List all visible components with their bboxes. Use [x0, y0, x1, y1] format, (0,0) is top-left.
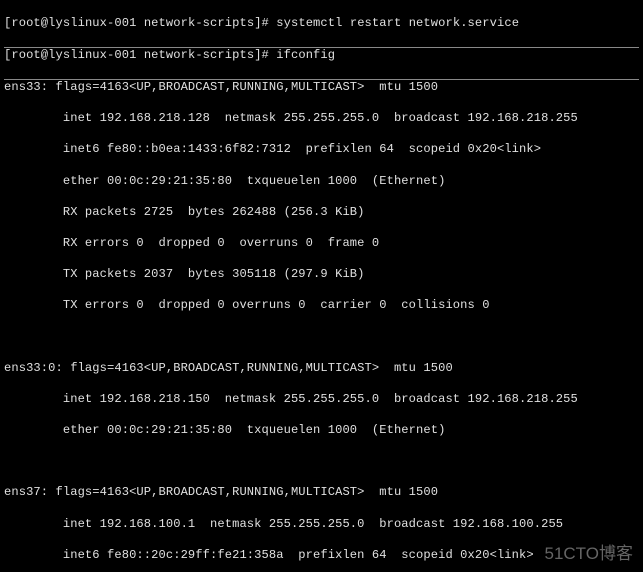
iface-detail: inet 192.168.218.150 netmask 255.255.255… [4, 392, 639, 408]
iface-header: ens33:0: flags=4163<UP,BROADCAST,RUNNING… [4, 361, 639, 377]
iface-detail: RX packets 2725 bytes 262488 (256.3 KiB) [4, 205, 639, 221]
iface-detail: RX errors 0 dropped 0 overruns 0 frame 0 [4, 236, 639, 252]
iface-detail: inet6 fe80::20c:29ff:fe21:358a prefixlen… [4, 548, 639, 564]
terminal-output[interactable]: [root@lyslinux-001 network-scripts]# sys… [0, 0, 643, 572]
iface-header: ens33: flags=4163<UP,BROADCAST,RUNNING,M… [4, 79, 639, 96]
iface-detail: TX packets 2037 bytes 305118 (297.9 KiB) [4, 267, 639, 283]
iface-header: ens37: flags=4163<UP,BROADCAST,RUNNING,M… [4, 485, 639, 501]
iface-detail: TX errors 0 dropped 0 overruns 0 carrier… [4, 298, 639, 314]
iface-detail: ether 00:0c:29:21:35:80 txqueuelen 1000 … [4, 423, 639, 439]
prompt-line: [root@lyslinux-001 network-scripts]# sys… [4, 16, 639, 32]
iface-detail: inet 192.168.100.1 netmask 255.255.255.0… [4, 517, 639, 533]
blank-line [4, 454, 639, 470]
prompt-line: [root@lyslinux-001 network-scripts]# ifc… [4, 47, 639, 64]
iface-detail: inet6 fe80::b0ea:1433:6f82:7312 prefixle… [4, 142, 639, 158]
iface-detail: inet 192.168.218.128 netmask 255.255.255… [4, 111, 639, 127]
command-text: ifconfig [276, 48, 335, 62]
command-text: systemctl restart network.service [276, 16, 519, 30]
blank-line [4, 329, 639, 345]
iface-detail: ether 00:0c:29:21:35:80 txqueuelen 1000 … [4, 174, 639, 190]
